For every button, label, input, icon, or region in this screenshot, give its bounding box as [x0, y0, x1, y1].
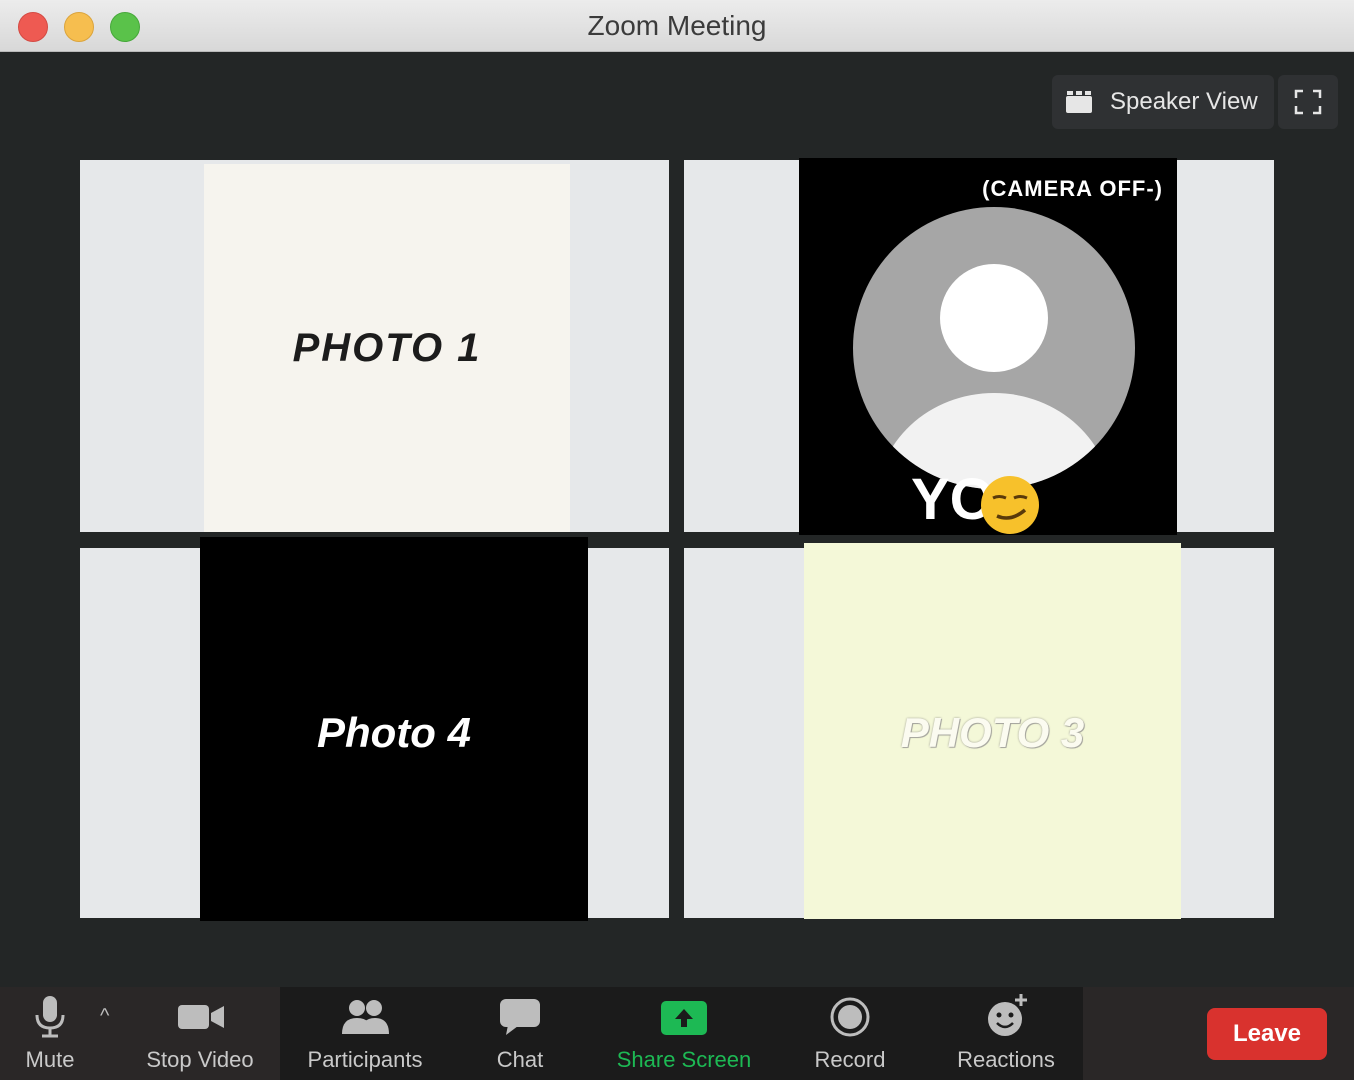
stop-video-label: Stop Video	[146, 1047, 254, 1072]
chat-button[interactable]: Chat	[470, 987, 570, 1080]
leave-button[interactable]: Leave	[1207, 1008, 1327, 1060]
reactions-button[interactable]: Reactions	[945, 987, 1067, 1080]
speaker-view-label: Speaker View	[1110, 88, 1258, 115]
photo-1-image: PHOTO 1	[204, 164, 570, 532]
reactions-emoji-icon	[988, 994, 1027, 1036]
reactions-label: Reactions	[957, 1047, 1055, 1072]
mute-button[interactable]: Mute	[10, 987, 90, 1080]
title-bar: Zoom Meeting	[0, 0, 1354, 52]
photo-4-caption: Photo 4	[317, 709, 471, 756]
chat-label: Chat	[496, 1047, 544, 1072]
video-camera-icon	[178, 1005, 224, 1029]
participants-button[interactable]: Participants	[295, 987, 435, 1080]
photo-2-image: (CAMERA OFF-) YO	[799, 158, 1177, 535]
photo-1-caption: PHOTO 1	[292, 326, 482, 370]
fullscreen-button[interactable]	[1278, 75, 1338, 129]
mute-label: Mute	[25, 1047, 75, 1072]
participants-icon	[342, 1000, 389, 1034]
share-screen-button[interactable]: Share Screen	[605, 987, 763, 1080]
participants-label: Participants	[307, 1047, 423, 1072]
share-screen-label: Share Screen	[616, 1047, 752, 1072]
fullscreen-icon	[1294, 89, 1322, 115]
photo-3-caption: PHOTO 3	[900, 709, 1085, 756]
speaker-view-button[interactable]: Speaker View	[1052, 75, 1274, 129]
record-label: Record	[814, 1047, 886, 1072]
chat-bubble-icon	[500, 999, 540, 1035]
photo-4-image: Photo 4	[200, 537, 588, 921]
record-button[interactable]: Record	[800, 987, 900, 1080]
gallery-grid-icon	[1066, 91, 1092, 113]
audio-options-chevron-icon[interactable]: ^	[100, 1005, 109, 1028]
stop-video-button[interactable]: Stop Video	[130, 987, 270, 1080]
meeting-toolbar: Mute ^ Stop Video Participants Chat Shar…	[0, 987, 1354, 1080]
share-screen-arrow-icon	[661, 1001, 707, 1035]
microphone-icon	[35, 996, 65, 1038]
record-icon	[830, 997, 870, 1037]
photo-3-image: PHOTO 3	[804, 543, 1181, 919]
smirk-emoji-icon	[981, 476, 1039, 534]
window-title: Zoom Meeting	[587, 10, 767, 41]
